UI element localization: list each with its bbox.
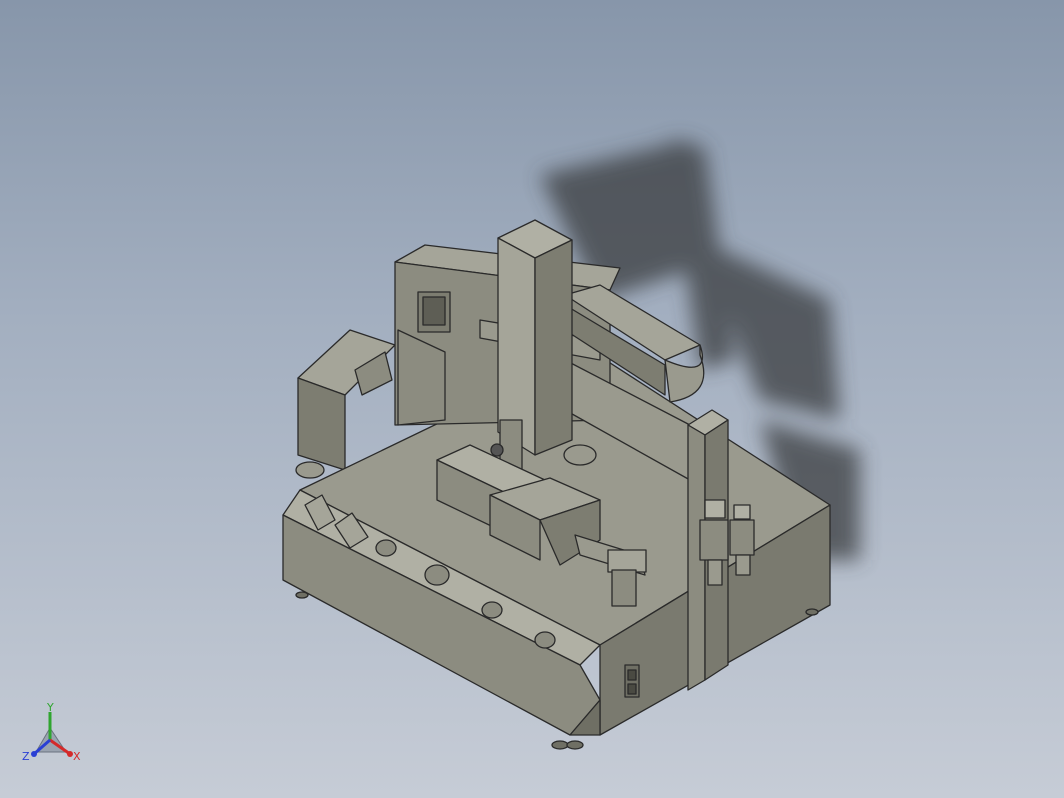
knob-3 bbox=[481, 601, 503, 619]
knob-2 bbox=[424, 564, 450, 586]
knob-1 bbox=[375, 539, 397, 557]
orientation-triad: Y X Z bbox=[22, 701, 81, 763]
z-axis-label: Z bbox=[22, 750, 30, 763]
z-axis-side bbox=[534, 239, 573, 456]
y-axis-label: Y bbox=[46, 701, 54, 714]
knob-4 bbox=[534, 631, 556, 649]
z-axis-ring bbox=[563, 444, 597, 466]
side-housing-front bbox=[297, 377, 346, 471]
x-axis-label: X bbox=[73, 750, 81, 763]
3d-viewport[interactable] bbox=[0, 0, 1064, 798]
